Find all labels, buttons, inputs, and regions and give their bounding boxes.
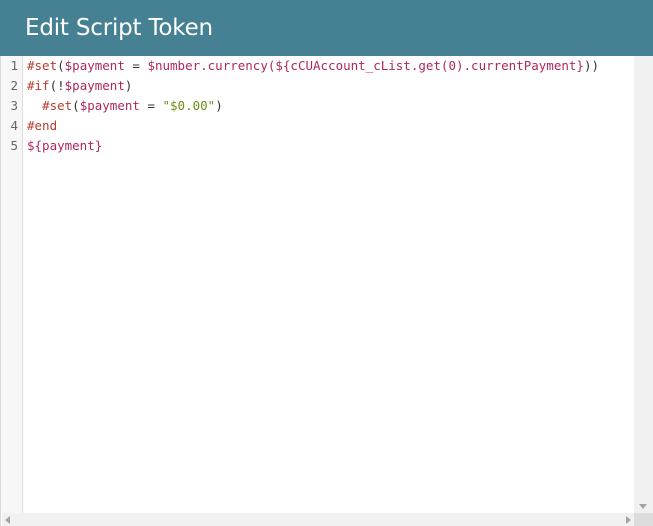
code-token: (! [49,78,65,93]
code-token: #end [27,118,58,133]
line-number-1: 1 [10,58,18,73]
line-number-5: 5 [10,138,18,153]
code-token: )) [583,58,599,73]
code-token: = [139,98,163,113]
code-line-1[interactable]: #set($payment = $number.currency(${cCUAc… [27,56,599,76]
code-token: ( [57,58,65,73]
code-token: ( [72,98,80,113]
code-token: #if [27,78,50,93]
dialog-title-bar: Edit Script Token [0,0,653,56]
code-token: $payment [64,58,125,73]
code-token: $number.currency(${cCUAccount_cList.get(… [147,58,584,73]
scroll-right-arrow-icon[interactable] [626,516,631,524]
code-token: #set [42,98,73,113]
code-token: $payment [64,78,125,93]
code-line-3[interactable]: #set($payment = "$0.00") [27,96,223,116]
line-number-2: 2 [10,78,18,93]
dialog-title: Edit Script Token [25,15,213,41]
code-token: #set [27,58,58,73]
horizontal-scrollbar[interactable] [2,513,634,526]
code-token: ${payment} [27,138,103,153]
code-token: = [124,58,148,73]
line-number-4: 4 [10,118,18,133]
line-number-gutter: 1 2 3 4 5 [1,56,23,513]
code-token: "$0.00" [162,98,216,113]
code-token: $payment [79,98,140,113]
scroll-down-arrow-icon[interactable] [639,504,647,509]
code-token: ) [215,98,223,113]
line-number-3: 3 [10,98,18,113]
vertical-scrollbar[interactable] [634,56,653,513]
code-line-2[interactable]: #if(!$payment) [27,76,132,96]
scrollbar-corner [634,513,653,526]
code-line-4[interactable]: #end [27,116,57,136]
script-code-editor[interactable]: 1 2 3 4 5 #set($payment = $number.curren… [0,56,653,526]
code-line-5[interactable]: ${payment} [27,136,102,156]
code-token: ) [124,78,133,93]
scroll-left-arrow-icon[interactable] [5,516,10,524]
